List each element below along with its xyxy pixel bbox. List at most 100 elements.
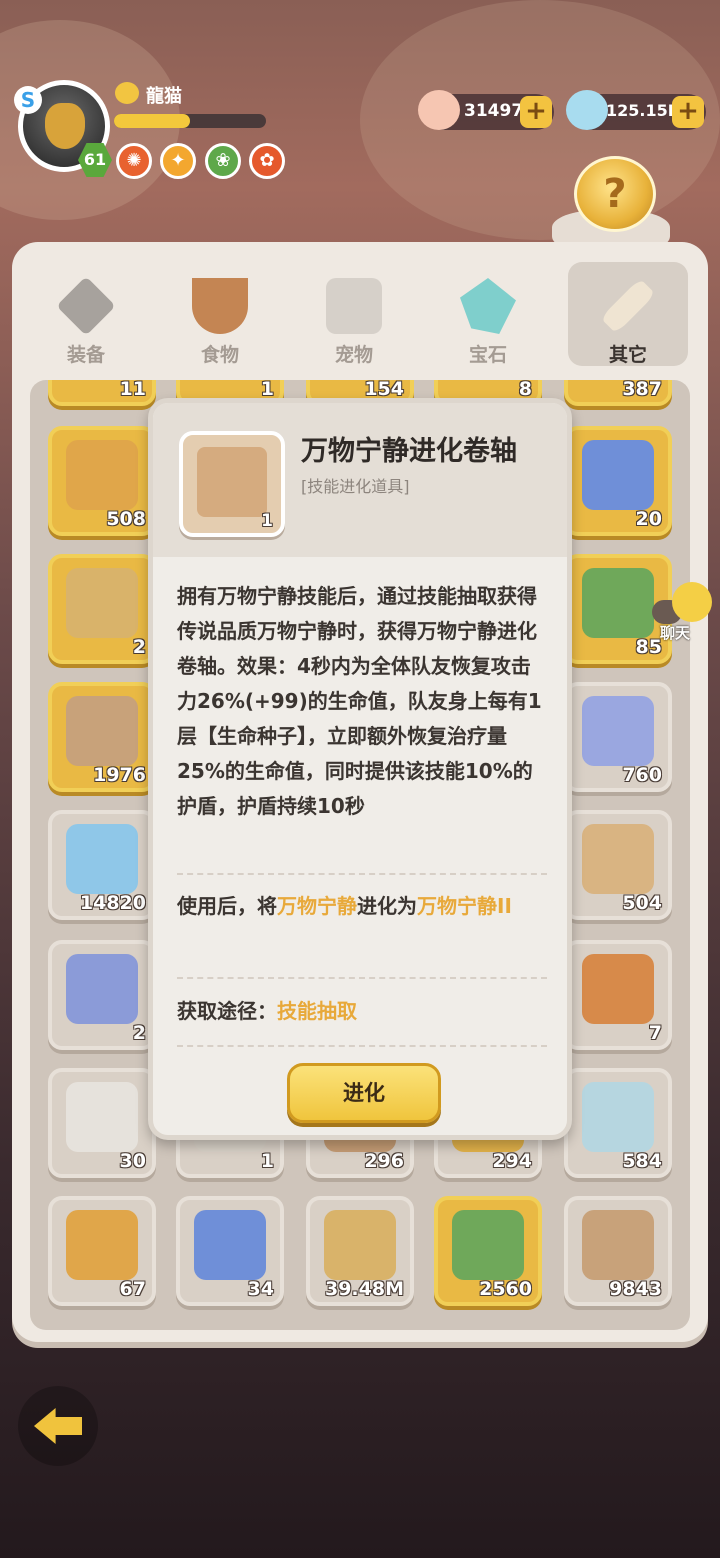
item-title: 万物宁静进化卷轴 [301,436,517,467]
source-label: 获取途径： [177,999,277,1023]
item-count: 2560 [479,1278,532,1300]
category-tabs: 装备 食物 宠物 宝石 其它 [14,262,704,372]
item-count: 1 [260,1150,274,1172]
skill-icon[interactable]: ✺ [116,143,152,179]
shell-amount: 31497 [464,101,524,121]
tab-food[interactable]: 食物 [160,262,280,366]
item-count: 20 [635,508,662,530]
item-count: 1 [261,511,273,531]
item-count: 7 [648,1022,662,1044]
usage-evolved-skill: 万物宁静II [417,894,512,918]
item-icon [582,568,654,638]
item-count: 508 [106,508,146,530]
item-slot[interactable]: 584 [564,1068,672,1178]
item-icon [582,696,654,766]
item-icon [66,568,138,638]
item-count: 34 [247,1278,274,1300]
item-slot[interactable]: 11 [48,380,156,406]
tab-pet[interactable]: 宠物 [294,262,414,366]
emoji-icon [115,82,139,104]
item-slot[interactable]: 508 [48,426,156,536]
item-icon [582,954,654,1024]
item-count: 1 [260,380,274,400]
item-icon-frame: 1 [179,431,285,537]
item-slot[interactable]: 760 [564,682,672,792]
item-icon [66,954,138,1024]
divider [177,873,547,875]
item-count: 760 [622,764,662,786]
item-icon [66,1082,138,1152]
item-icon [582,824,654,894]
crystal-currency: 125.15M + [566,90,706,130]
skill-icon[interactable]: ✦ [160,143,196,179]
back-button[interactable] [18,1386,98,1466]
item-icon [582,1210,654,1280]
crystal-icon [566,90,608,130]
food-bowl-icon [192,278,248,334]
item-count: 67 [119,1278,146,1300]
divider [177,1045,547,1047]
item-icon [324,1210,396,1280]
hammer-icon [56,276,116,336]
player-name: 龍猫 [146,86,182,107]
item-slot[interactable]: 2560 [434,1196,542,1306]
item-slot[interactable]: 67 [48,1196,156,1306]
usage-mid: 进化为 [357,894,417,918]
scroll-icon [197,447,267,517]
item-icon [66,1210,138,1280]
item-count: 387 [622,380,662,400]
item-slot[interactable]: 1976 [48,682,156,792]
shell-currency: 31497 + [418,90,554,130]
tab-equipment[interactable]: 装备 [26,262,146,366]
tab-gem[interactable]: 宝石 [428,262,548,366]
chat-face-icon [672,582,712,622]
item-count: 11 [119,380,146,400]
item-icon [66,440,138,510]
item-slot[interactable]: 14820 [48,810,156,920]
tab-label: 装备 [66,344,105,366]
item-icon [582,440,654,510]
chat-label: 聊天 [660,624,691,642]
bone-icon [600,278,656,334]
item-slot[interactable]: 9843 [564,1196,672,1306]
dino-skull-icon [326,278,382,334]
item-slot[interactable]: 34 [176,1196,284,1306]
item-slot[interactable]: 7 [564,940,672,1050]
item-icon [452,1210,524,1280]
rank-badge: S [14,86,42,114]
tab-other[interactable]: 其它 [568,262,688,366]
chat-button[interactable]: 聊天 [650,582,720,644]
back-arrow-icon [34,1408,82,1444]
tab-label: 宝石 [468,344,507,366]
add-shell-button[interactable]: + [520,96,552,128]
item-icon [66,696,138,766]
item-slot[interactable]: 2 [48,940,156,1050]
add-crystal-button[interactable]: + [672,96,704,128]
item-count: 2 [132,636,146,658]
item-icon [66,824,138,894]
evolve-button[interactable]: 进化 [287,1063,441,1123]
tab-label: 宠物 [334,344,373,366]
usage-text: 使用后，将万物宁静进化为万物宁静II [177,889,547,924]
item-slot[interactable]: 504 [564,810,672,920]
item-category: [技能进化道具] [301,477,410,496]
item-slot[interactable]: 30 [48,1068,156,1178]
skill-icon[interactable]: ✿ [249,143,285,179]
item-count: 30 [119,1150,146,1172]
item-count: 8 [518,380,532,400]
item-icon [194,1210,266,1280]
item-description: 拥有万物宁静技能后，通过技能抽取获得传说品质万物宁静时，获得万物宁静进化卷轴。效… [177,584,542,818]
help-coin-icon[interactable]: ? [574,156,656,232]
item-slot[interactable]: 2 [48,554,156,664]
item-count: 294 [492,1150,532,1172]
tab-label: 其它 [608,344,647,366]
skill-icon[interactable]: ❀ [205,143,241,179]
item-count: 1976 [93,764,146,786]
source-text: 获取途径：技能抽取 [177,995,357,1024]
item-icon [582,1082,654,1152]
item-slot[interactable]: 387 [564,380,672,406]
item-slot[interactable]: 20 [564,426,672,536]
item-slot[interactable]: 39.48M [306,1196,414,1306]
item-detail-popup: 1 万物宁静进化卷轴 [技能进化道具] 拥有万物宁静技能后，通过技能抽取获得传说… [148,398,572,1140]
xp-bar-fill [114,114,190,128]
